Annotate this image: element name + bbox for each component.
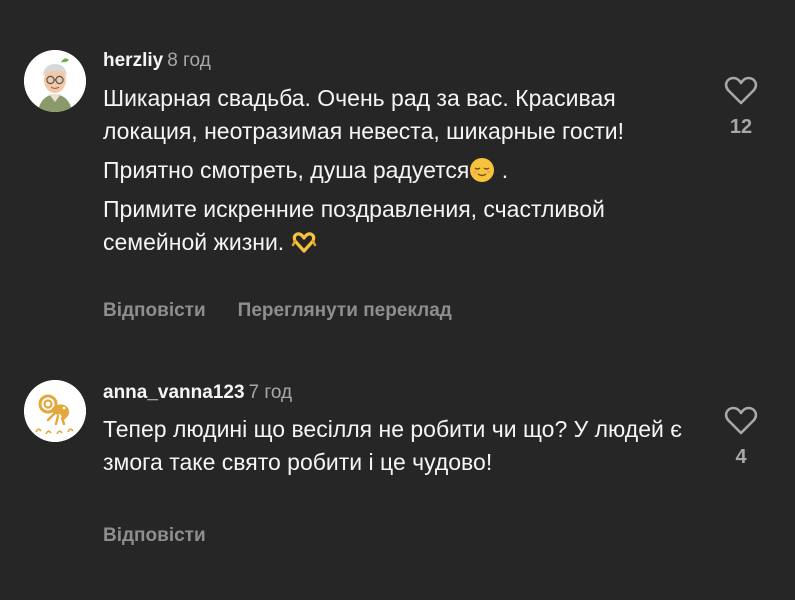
comment-paragraph-text: Приятно смотреть, душа радуется: [103, 157, 470, 183]
username[interactable]: anna_vanna123: [103, 382, 245, 403]
comment-paragraph: Приятно смотреть, душа радуется .: [103, 154, 703, 187]
comment-paragraph: Шикарная свадьба. Очень рад за вас. Крас…: [103, 85, 624, 144]
comment-text: Тепер людині що весілля не робити чи що?…: [103, 413, 703, 485]
reply-button[interactable]: Відповісти: [103, 525, 206, 546]
comment-actions: Відповісти Переглянути переклад: [103, 300, 452, 322]
like-control: 4: [718, 406, 764, 469]
reply-button[interactable]: Відповісти: [103, 300, 206, 321]
heart-icon[interactable]: [724, 406, 758, 436]
comment-text: Шикарная свадьба. Очень рад за вас. Крас…: [103, 82, 703, 265]
like-count: 12: [729, 116, 753, 138]
comment-paragraph: Примите искренние поздравления, счастлив…: [103, 193, 703, 259]
avatar[interactable]: [24, 380, 86, 442]
aries-ram-icon: [24, 380, 86, 442]
like-control: 12: [718, 76, 764, 139]
username[interactable]: herzliy: [103, 50, 163, 71]
heart-hands-emoji-icon: [291, 232, 316, 253]
avatar-memoji-icon: [24, 50, 86, 112]
see-translation-button[interactable]: Переглянути переклад: [238, 300, 452, 321]
comment-paragraph: Тепер людині що весілля не робити чи що?…: [103, 416, 682, 475]
avatar[interactable]: [24, 50, 86, 112]
like-count: 4: [735, 446, 747, 468]
comment-meta: anna_vanna123 7 год: [103, 381, 292, 405]
comment-meta: herzliy 8 год: [103, 49, 211, 73]
heart-icon[interactable]: [724, 76, 758, 106]
timestamp: 8 год: [167, 50, 211, 71]
comment-paragraph-suffix: .: [495, 157, 509, 183]
timestamp: 7 год: [248, 382, 293, 403]
relieved-face-emoji-icon: [470, 158, 495, 182]
comment-paragraph-text: Примите искренние поздравления, счастлив…: [103, 196, 605, 255]
comment-actions: Відповісти: [103, 525, 206, 547]
